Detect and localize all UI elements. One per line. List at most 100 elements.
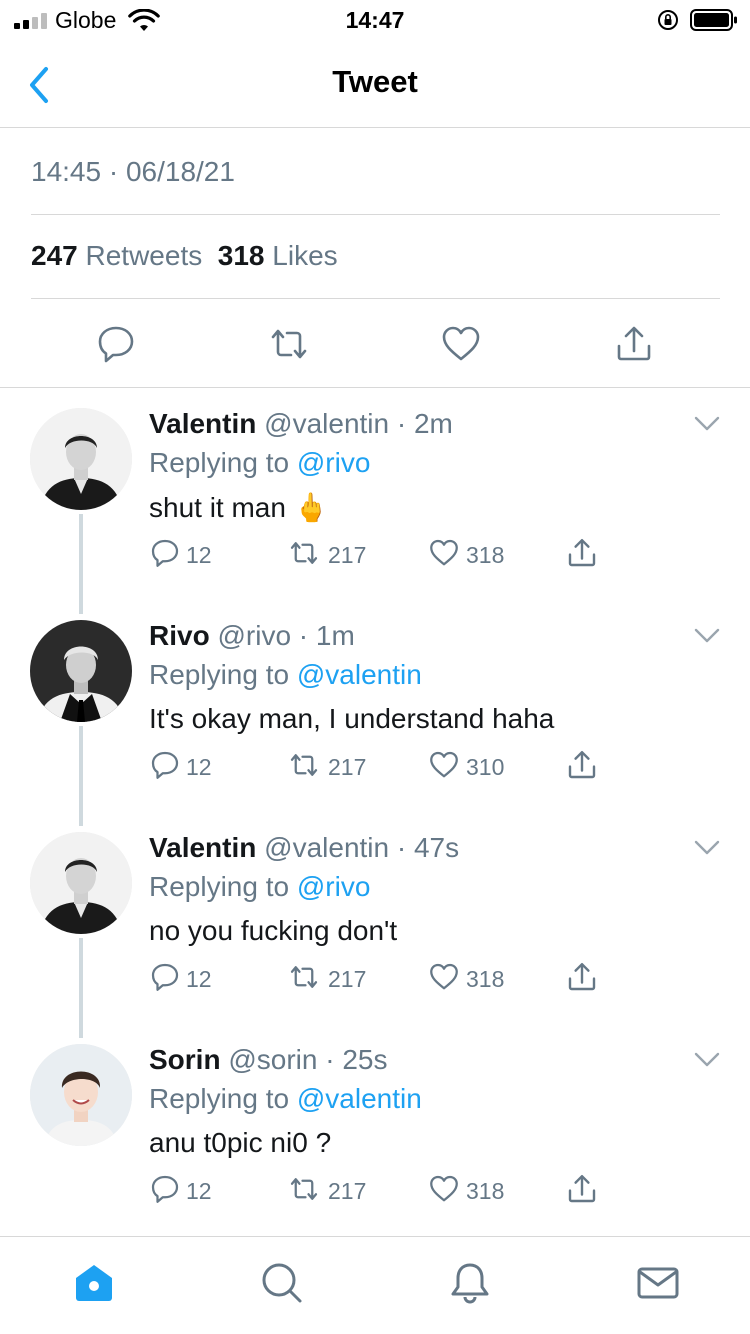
reply-icon	[150, 750, 180, 785]
reply-content: Valentin @valentin · 2m Replying to @rivo…	[149, 408, 720, 531]
share-icon	[566, 749, 598, 786]
like-count: 318	[466, 541, 505, 568]
reply-button[interactable]: 12	[150, 962, 212, 996]
reply-item[interactable]: Valentin @valentin · 2m Replying to @rivo…	[0, 388, 750, 600]
retweets-count[interactable]: 247	[31, 240, 78, 271]
replying-to-label: Replying to	[149, 447, 290, 478]
reply-action-bar: 12 217 318	[150, 1174, 610, 1208]
replying-to-mention[interactable]: @rivo	[297, 447, 371, 478]
separator-dot: ·	[317, 1044, 343, 1075]
retweet-button[interactable]: 217	[286, 538, 366, 572]
retweet-count: 217	[328, 753, 367, 780]
replying-to: Replying to @valentin	[149, 1083, 720, 1123]
share-icon	[566, 1173, 598, 1210]
likes-count[interactable]: 318	[218, 240, 265, 271]
retweet-button[interactable]: 217	[286, 962, 366, 996]
reply-icon	[150, 962, 180, 997]
like-count: 318	[466, 1177, 505, 1204]
retweet-count: 217	[328, 1177, 367, 1204]
replying-to-label: Replying to	[149, 1083, 290, 1114]
share-icon	[566, 537, 598, 574]
reply-item[interactable]: Sorin @sorin · 25s Replying to @valentin a…	[0, 1024, 750, 1236]
like-icon	[428, 962, 460, 997]
like-icon	[428, 1174, 460, 1209]
like-count: 310	[466, 753, 505, 780]
reply-count: 12	[186, 541, 212, 568]
retweet-count: 217	[328, 541, 367, 568]
reply-count: 12	[186, 753, 212, 780]
reply-action-bar: 12 217 318	[150, 962, 610, 996]
like-button[interactable]: 310	[428, 750, 504, 784]
replying-to: Replying to @valentin	[149, 659, 720, 699]
retweet-icon	[286, 538, 322, 573]
like-icon[interactable]	[441, 324, 481, 364]
search-icon[interactable]	[260, 1261, 304, 1305]
reply-time: 47s	[413, 832, 460, 863]
reply-button[interactable]: 12	[150, 750, 212, 784]
replying-to-mention[interactable]: @rivo	[297, 871, 371, 902]
battery-icon	[690, 9, 737, 31]
reply-item[interactable]: Valentin @valentin · 47s Replying to @riv…	[0, 812, 750, 1024]
retweet-icon[interactable]	[269, 324, 309, 364]
share-button[interactable]	[566, 962, 598, 996]
author-name[interactable]: Sorin	[149, 1044, 221, 1075]
like-button[interactable]: 318	[428, 1174, 504, 1208]
avatar[interactable]	[30, 408, 132, 510]
retweet-count: 217	[328, 965, 367, 992]
retweet-button[interactable]: 217	[286, 1174, 366, 1208]
reply-header: Sorin @sorin · 25s	[149, 1044, 720, 1080]
home-icon[interactable]	[72, 1261, 116, 1305]
author-handle[interactable]: @valentin	[264, 408, 389, 439]
reply-count: 12	[186, 965, 212, 992]
avatar[interactable]	[30, 1044, 132, 1146]
avatar[interactable]	[30, 620, 132, 722]
reply-time: 25s	[342, 1044, 388, 1075]
like-icon	[428, 750, 460, 785]
author-name[interactable]: Valentin	[149, 408, 256, 439]
like-button[interactable]: 318	[428, 962, 504, 996]
reply-button[interactable]: 12	[150, 1174, 212, 1208]
orientation-lock-icon	[658, 10, 678, 30]
like-count: 318	[466, 965, 505, 992]
like-icon	[428, 538, 460, 573]
avatar[interactable]	[30, 832, 132, 934]
reply-button[interactable]: 12	[150, 538, 212, 572]
like-button[interactable]: 318	[428, 538, 504, 572]
reply-time: 1m	[315, 620, 355, 651]
reply-text: shut it man 🖕	[149, 492, 329, 523]
reply-icon[interactable]	[96, 324, 136, 364]
retweets-label[interactable]: Retweets	[86, 240, 203, 271]
retweet-button[interactable]: 217	[286, 750, 366, 784]
replying-to-label: Replying to	[149, 659, 290, 690]
author-name[interactable]: Valentin	[149, 832, 256, 863]
reply-action-bar: 12 217 310	[150, 750, 610, 784]
retweet-icon	[286, 1174, 322, 1209]
replying-to-mention[interactable]: @valentin	[297, 1083, 422, 1114]
share-button[interactable]	[566, 1174, 598, 1208]
replying-to-mention[interactable]: @valentin	[297, 659, 422, 690]
reply-header: Valentin @valentin · 2m	[149, 408, 720, 444]
tweet-action-bar	[0, 300, 750, 388]
author-handle[interactable]: @valentin	[264, 832, 389, 863]
share-icon[interactable]	[614, 324, 654, 364]
messages-icon[interactable]	[636, 1261, 680, 1305]
status-time: 14:47	[345, 7, 405, 33]
page-title: Tweet	[332, 64, 418, 99]
reply-content: Valentin @valentin · 47s Replying to @riv…	[149, 832, 720, 955]
reply-item[interactable]: Rivo @rivo · 1m Replying to @valentin It's…	[0, 600, 750, 812]
share-button[interactable]	[566, 750, 598, 784]
replying-to-label: Replying to	[149, 871, 290, 902]
reply-icon	[150, 1174, 180, 1209]
separator-dot: ·	[389, 832, 414, 863]
divider	[31, 214, 720, 215]
likes-label[interactable]: Likes	[272, 240, 337, 271]
share-button[interactable]	[566, 538, 598, 572]
author-handle[interactable]: @sorin	[228, 1044, 317, 1075]
author-name[interactable]: Rivo	[149, 620, 210, 651]
author-handle[interactable]: @rivo	[217, 620, 291, 651]
tab-bar	[0, 1236, 750, 1334]
notifications-icon[interactable]	[448, 1261, 492, 1305]
retweet-icon	[286, 750, 322, 785]
reply-count: 12	[186, 1177, 212, 1204]
retweet-icon	[286, 962, 322, 997]
